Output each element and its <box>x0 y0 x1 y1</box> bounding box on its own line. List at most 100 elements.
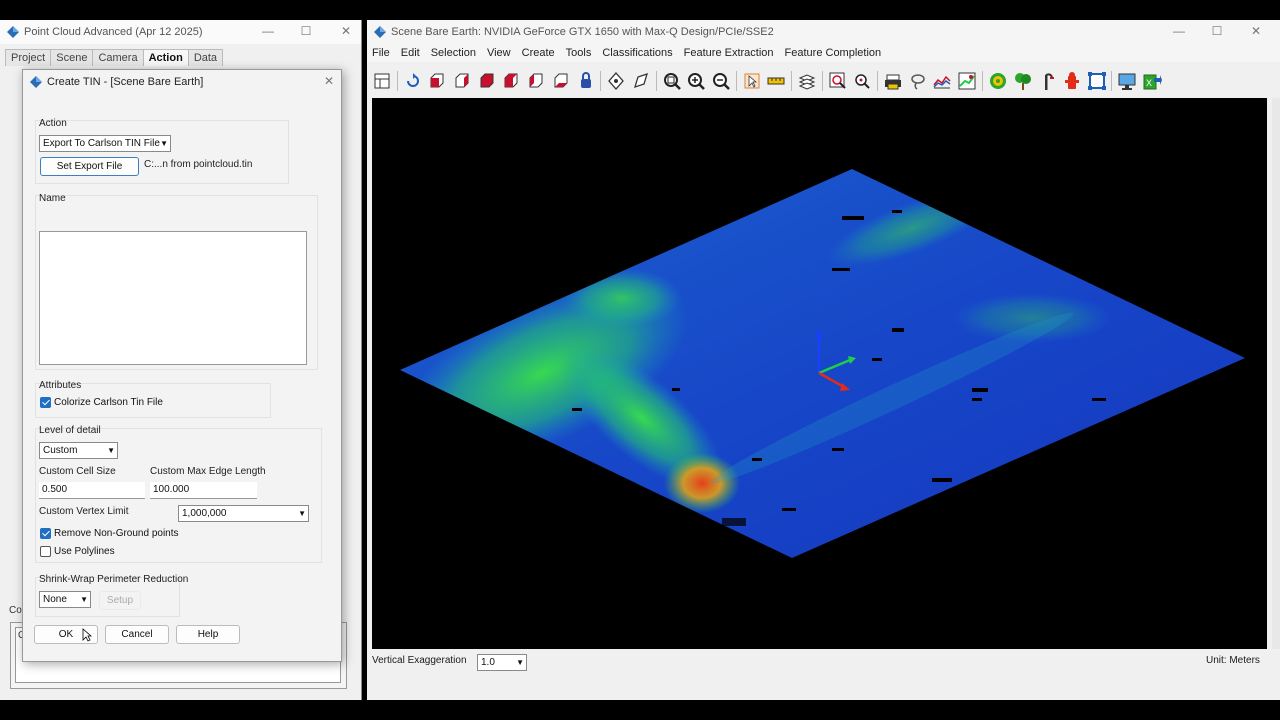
checkbox-unchecked-icon <box>40 546 51 557</box>
chevron-down-icon: ▼ <box>160 139 168 148</box>
lod-label: Level of detail <box>39 425 101 436</box>
point-cloud-render[interactable] <box>372 98 1267 649</box>
app-logo-icon <box>374 26 386 38</box>
zoom-window-icon[interactable] <box>828 71 848 91</box>
target-icon[interactable] <box>988 71 1008 91</box>
view-side-icon[interactable] <box>452 71 472 91</box>
stack-icon[interactable] <box>797 71 817 91</box>
menu-feature-extraction[interactable]: Feature Extraction <box>684 44 774 62</box>
vertex-limit-select[interactable]: 1,000,000 ▼ <box>178 505 309 522</box>
attributes-label: Attributes <box>39 380 82 391</box>
close-icon[interactable]: ✕ <box>1244 24 1268 38</box>
minimize-icon[interactable]: — <box>1167 24 1191 38</box>
menu-create[interactable]: Create <box>522 44 555 62</box>
maximize-icon[interactable]: ☐ <box>1205 24 1229 38</box>
cancel-button[interactable]: Cancel <box>105 625 169 644</box>
measure-icon[interactable] <box>766 71 786 91</box>
toolbar-separator <box>981 71 983 91</box>
export-icon[interactable]: X <box>1142 71 1162 91</box>
checkbox-checked-icon <box>40 528 51 539</box>
remove-non-ground-checkbox[interactable]: Remove Non-Ground points <box>40 528 179 539</box>
name-textarea[interactable] <box>39 231 307 365</box>
menu-view[interactable]: View <box>487 44 511 62</box>
monitor-icon[interactable] <box>1117 71 1137 91</box>
hydrant-icon[interactable] <box>1062 71 1082 91</box>
dialog-close-icon[interactable]: ✕ <box>317 74 341 88</box>
toolbar-separator <box>735 71 737 91</box>
layers-icon[interactable] <box>372 71 392 91</box>
view-left-icon[interactable] <box>526 71 546 91</box>
tab-scene[interactable]: Scene <box>50 49 94 66</box>
action-select-value: Export To Carlson TIN File <box>43 138 160 149</box>
printer-icon[interactable] <box>883 71 903 91</box>
colorize-label: Colorize Carlson Tin File <box>54 397 163 408</box>
profile-icon[interactable] <box>932 71 952 91</box>
app-logo-icon <box>30 76 42 88</box>
classify-icon[interactable] <box>957 71 977 91</box>
view-right-icon[interactable] <box>551 71 571 91</box>
zoom-point-icon[interactable] <box>852 71 872 91</box>
use-polylines-label: Use Polylines <box>54 546 115 557</box>
left-window-title: Point Cloud Advanced (Apr 12 2025) <box>24 26 203 38</box>
menu-classifications[interactable]: Classifications <box>602 44 672 62</box>
chevron-down-icon: ▼ <box>80 595 88 604</box>
create-tin-dialog: Create TIN - [Scene Bare Earth] ✕ Action… <box>22 69 342 662</box>
scene-titlebar: Scene Bare Earth: NVIDIA GeForce GTX 165… <box>367 20 1280 44</box>
lasso-icon[interactable] <box>908 71 928 91</box>
remove-non-ground-label: Remove Non-Ground points <box>54 528 179 539</box>
pan-icon[interactable] <box>606 71 626 91</box>
select-icon[interactable] <box>631 71 651 91</box>
vertical-exaggeration-select[interactable]: 1.0 ▼ <box>477 654 527 671</box>
minimize-icon[interactable]: — <box>256 24 280 38</box>
help-button[interactable]: Help <box>176 625 240 644</box>
action-select[interactable]: Export To Carlson TIN File ▼ <box>39 135 171 152</box>
menu-tools[interactable]: Tools <box>566 44 592 62</box>
lock-icon[interactable] <box>576 71 596 91</box>
3d-viewport[interactable] <box>372 98 1267 649</box>
vertical-exaggeration-value: 1.0 <box>481 657 495 668</box>
menu-edit[interactable]: Edit <box>401 44 420 62</box>
maximize-icon[interactable]: ☐ <box>294 24 318 38</box>
cell-size-input[interactable]: 0.500 <box>39 482 145 499</box>
name-label: Name <box>39 193 66 204</box>
menu-file[interactable]: File <box>372 44 390 62</box>
lod-select[interactable]: Custom ▼ <box>39 442 118 459</box>
vertex-limit-value: 1,000,000 <box>182 508 227 519</box>
zoom-in-icon[interactable] <box>686 71 706 91</box>
shrink-wrap-select[interactable]: None ▼ <box>39 591 91 608</box>
pointer-icon[interactable] <box>742 71 762 91</box>
colorize-checkbox[interactable]: Colorize Carlson Tin File <box>40 397 163 408</box>
setup-button[interactable]: Setup <box>99 591 141 610</box>
tab-action[interactable]: Action <box>142 49 189 66</box>
menu-selection[interactable]: Selection <box>431 44 476 62</box>
cell-size-label: Custom Cell Size <box>39 466 116 477</box>
svg-text:X: X <box>1146 78 1152 88</box>
zoom-extents-icon[interactable] <box>662 71 682 91</box>
zoom-out-icon[interactable] <box>711 71 731 91</box>
tab-data[interactable]: Data <box>187 49 224 66</box>
tab-camera[interactable]: Camera <box>92 49 144 66</box>
view-front-icon[interactable] <box>427 71 447 91</box>
viewport-scrollbar[interactable] <box>1272 98 1280 649</box>
app-logo-icon <box>7 26 19 38</box>
dialog-titlebar: Create TIN - [Scene Bare Earth] <box>23 70 341 94</box>
view-top-icon[interactable] <box>477 71 497 91</box>
pole-icon[interactable] <box>1037 71 1057 91</box>
toolbar-separator <box>791 71 792 91</box>
toolbar-separator <box>821 71 823 91</box>
scene-window: Scene Bare Earth: NVIDIA GeForce GTX 165… <box>367 20 1280 700</box>
checkbox-checked-icon <box>40 397 51 408</box>
menu-feature-completion[interactable]: Feature Completion <box>785 44 882 62</box>
frame-icon[interactable] <box>1087 71 1107 91</box>
bottom-panel-label: Co <box>9 605 22 616</box>
rotate-icon[interactable] <box>403 71 423 91</box>
vertical-exaggeration-label: Vertical Exaggeration <box>372 655 467 666</box>
status-bar: Vertical Exaggeration 1.0 ▼ Unit: Meters <box>372 654 1272 676</box>
view-back-icon[interactable] <box>501 71 521 91</box>
set-export-file-button[interactable]: Set Export File <box>40 157 139 176</box>
use-polylines-checkbox[interactable]: Use Polylines <box>40 546 115 557</box>
max-edge-input[interactable]: 100.000 <box>150 482 257 499</box>
tree-icon[interactable] <box>1013 71 1033 91</box>
tab-project[interactable]: Project <box>5 49 52 66</box>
close-icon[interactable]: ✕ <box>334 24 358 38</box>
